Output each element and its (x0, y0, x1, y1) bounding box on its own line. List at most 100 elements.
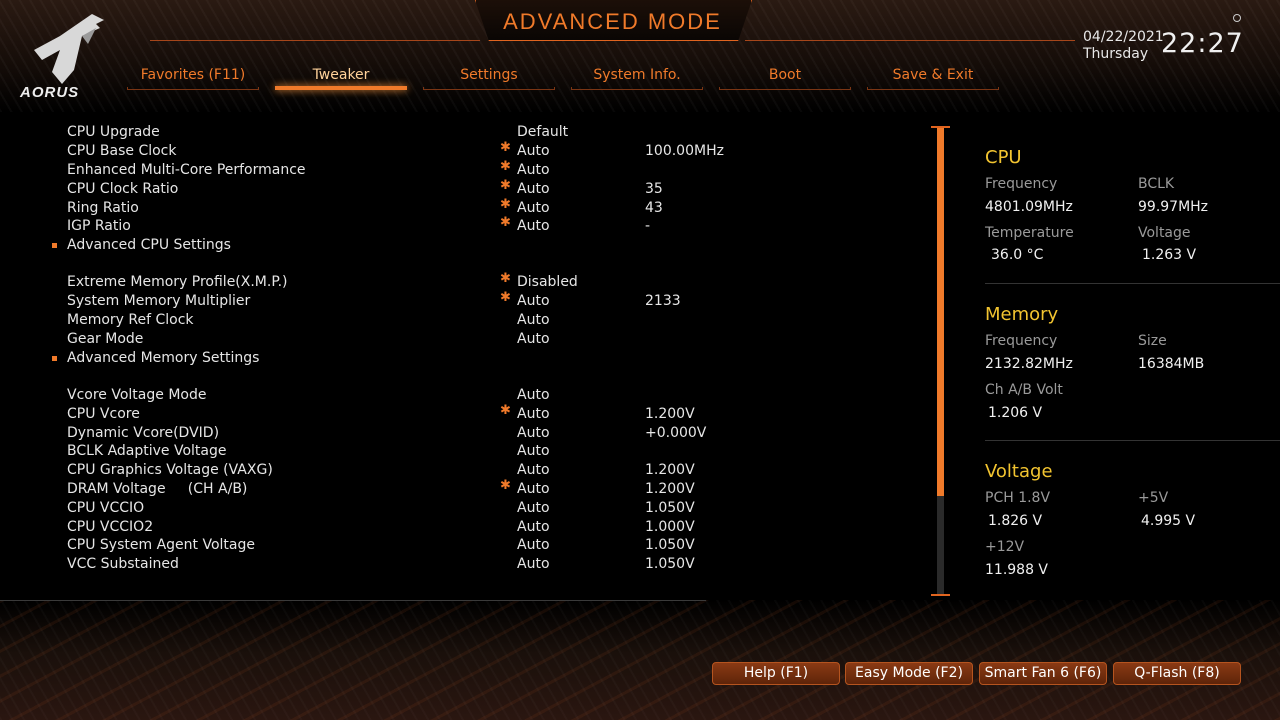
setting-label: System Memory Multiplier (67, 293, 251, 309)
setting-label: Memory Ref Clock (67, 312, 194, 328)
modified-star-icon: ✱ (500, 159, 511, 174)
date-text: 04/22/2021 (1083, 29, 1164, 45)
footer-background (0, 600, 1280, 720)
submenu-bullet-icon (52, 356, 57, 361)
setting-value[interactable]: Auto (517, 518, 550, 537)
setting-row[interactable]: Enhanced Multi-Core Performance ✱ Auto (0, 159, 760, 180)
setting-row[interactable]: CPU Vcore ✱ Auto 1.200V (0, 403, 760, 424)
memory-frequency-value: 2132.82MHz (985, 356, 1073, 372)
tab-tweaker[interactable]: Tweaker (275, 64, 407, 90)
current-value: +0.000V (645, 425, 707, 441)
setting-row[interactable]: CPU Graphics Voltage (VAXG) Auto 1.200V (0, 461, 760, 480)
setting-value[interactable]: Auto (517, 161, 550, 180)
setting-row[interactable]: CPU Clock Ratio ✱ Auto 35 (0, 178, 760, 199)
5v-value: 4.995 V (1141, 513, 1196, 529)
cpu-section-title: CPU (985, 147, 1022, 168)
voltage-section-title: Voltage (985, 461, 1053, 482)
setting-row[interactable]: CPU Base Clock ✱ Auto 100.00MHz (0, 141, 760, 161)
setting-row[interactable]: VCC Substained Auto 1.050V (0, 555, 760, 574)
setting-value[interactable]: Auto (517, 311, 550, 330)
setting-row[interactable]: BCLK Adaptive Voltage Auto (0, 442, 760, 461)
setting-label: CPU Upgrade (67, 124, 160, 140)
modified-star-icon: ✱ (500, 178, 511, 193)
setting-value[interactable]: Auto (517, 480, 550, 499)
setting-row[interactable]: Dynamic Vcore(DVID) Auto +0.000V (0, 424, 760, 443)
setting-label: VCC Substained (67, 556, 179, 572)
setting-row[interactable]: System Memory Multiplier ✱ Auto 2133 (0, 290, 760, 311)
submenu-item[interactable]: Advanced CPU Settings (0, 236, 760, 255)
modified-star-icon: ✱ (500, 403, 511, 418)
cpu-bclk-label: BCLK (1138, 176, 1175, 192)
memory-voltage-label: Ch A/B Volt (985, 382, 1063, 398)
setting-label: IGP Ratio (67, 218, 131, 234)
cpu-bclk-value: 99.97MHz (1138, 199, 1209, 215)
title-divider-right (745, 40, 1075, 41)
setting-value[interactable]: Auto (517, 424, 550, 443)
setting-value[interactable]: Auto (517, 292, 550, 311)
setting-value[interactable]: Auto (517, 461, 550, 480)
setting-value[interactable]: Auto (517, 180, 550, 199)
scrollbar-thumb[interactable] (937, 128, 944, 496)
setting-label: Gear Mode (67, 331, 144, 347)
setting-value[interactable]: Auto (517, 442, 550, 461)
setting-label: Ring Ratio (67, 200, 139, 216)
tab-boot[interactable]: Boot (719, 64, 851, 90)
scrollbar-cap-top (931, 126, 950, 128)
q-flash-button[interactable]: Q-Flash (F8) (1113, 662, 1241, 685)
current-value: 35 (645, 181, 663, 197)
setting-value[interactable]: Auto (517, 499, 550, 518)
pch-voltage-value: 1.826 V (988, 513, 1043, 529)
tab-save-exit[interactable]: Save & Exit (867, 64, 999, 90)
setting-row[interactable]: IGP Ratio ✱ Auto - (0, 215, 760, 236)
pch-voltage-label: PCH 1.8V (985, 490, 1051, 506)
cpu-voltage-value: 1.263 V (1142, 247, 1197, 263)
setting-row[interactable]: Extreme Memory Profile(X.M.P.) ✱ Disabled (0, 272, 760, 292)
help-button[interactable]: Help (F1) (712, 662, 840, 685)
setting-value[interactable]: Auto (517, 536, 550, 555)
setting-row[interactable]: DRAM Voltage (CH A/B) ✱ Auto 1.200V (0, 479, 760, 499)
weekday-text: Thursday (1083, 46, 1149, 62)
brand-logo-text: AORUS (20, 84, 80, 101)
tab-system-info[interactable]: System Info. (571, 64, 703, 90)
setting-row[interactable]: CPU System Agent Voltage Auto 1.050V (0, 536, 760, 555)
setting-value[interactable]: Auto (517, 386, 550, 405)
submenu-bullet-icon (52, 243, 57, 248)
memory-size-value: 16384MB (1138, 356, 1205, 372)
setting-label: Advanced CPU Settings (67, 237, 231, 253)
setting-value[interactable]: Auto (517, 405, 550, 424)
setting-row[interactable]: CPU VCCIO Auto 1.050V (0, 499, 760, 518)
setting-label: CPU Base Clock (67, 143, 177, 159)
setting-value[interactable]: Auto (517, 217, 550, 236)
setting-value[interactable]: Auto (517, 330, 550, 349)
setting-value[interactable]: Auto (517, 142, 550, 161)
setting-row[interactable]: Gear Mode Auto (0, 330, 760, 349)
setting-value[interactable]: Disabled (517, 273, 578, 292)
memory-section-title: Memory (985, 304, 1059, 325)
setting-row[interactable]: Ring Ratio ✱ Auto 43 (0, 197, 760, 218)
modified-star-icon: ✱ (500, 215, 511, 230)
12v-label: +12V (985, 539, 1025, 555)
submenu-item[interactable]: Advanced Memory Settings (0, 349, 760, 368)
setting-row[interactable]: Vcore Voltage Mode Auto (0, 386, 760, 405)
setting-label: Enhanced Multi-Core Performance (67, 162, 306, 178)
setting-label: BCLK Adaptive Voltage (67, 443, 227, 459)
setting-row[interactable]: Memory Ref Clock Auto (0, 311, 760, 330)
tab-settings[interactable]: Settings (423, 64, 555, 90)
5v-label: +5V (1138, 490, 1169, 506)
current-value: 100.00MHz (645, 143, 724, 159)
easy-mode-button[interactable]: Easy Mode (F2) (845, 662, 973, 685)
current-value: 1.200V (645, 462, 695, 478)
setting-value[interactable]: Default (517, 123, 568, 142)
setting-value[interactable]: Auto (517, 199, 550, 218)
tab-favorites[interactable]: Favorites (F11) (127, 64, 259, 90)
setting-label: Vcore Voltage Mode (67, 387, 207, 403)
setting-row[interactable]: CPU VCCIO2 Auto 1.000V (0, 518, 760, 537)
modified-star-icon: ✱ (500, 290, 511, 305)
setting-value[interactable]: Auto (517, 555, 550, 574)
memory-frequency-label: Frequency (985, 333, 1058, 349)
setting-row[interactable]: CPU Upgrade Default (0, 123, 760, 142)
info-divider (985, 440, 1280, 441)
modified-star-icon: ✱ (500, 197, 511, 212)
current-value: 1.000V (645, 519, 695, 535)
smart-fan-button[interactable]: Smart Fan 6 (F6) (979, 662, 1107, 685)
